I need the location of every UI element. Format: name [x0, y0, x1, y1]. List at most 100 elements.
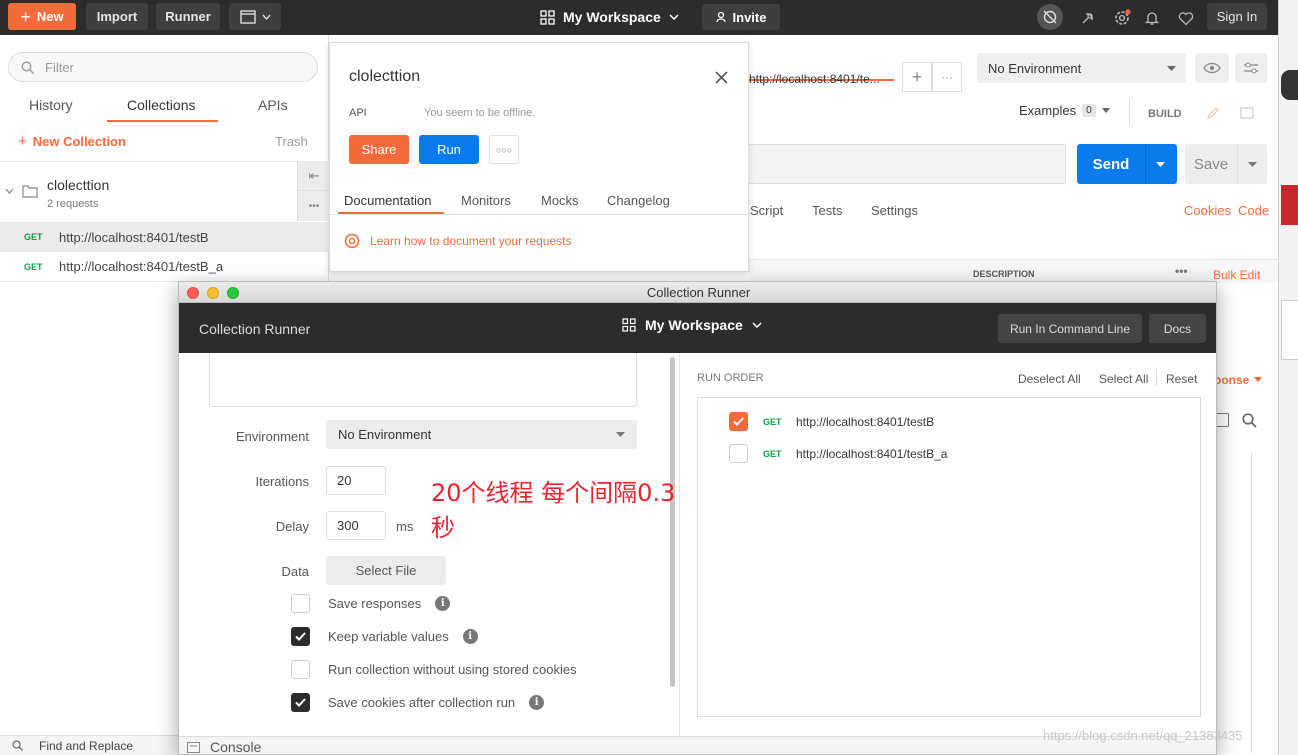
- checkbox[interactable]: [291, 594, 310, 613]
- checkbox[interactable]: [291, 660, 310, 679]
- params-header: DESCRIPTION ••• Bulk Edit: [749, 259, 1278, 283]
- watermark: https://blog.csdn.net/qq_21383435: [1043, 728, 1243, 743]
- find-replace-button[interactable]: Find and Replace: [39, 739, 133, 753]
- background-app-strip: [1278, 0, 1298, 755]
- send-button[interactable]: Send: [1077, 144, 1177, 184]
- add-tab-button[interactable]: +: [902, 62, 932, 92]
- tab-mocks[interactable]: Mocks: [541, 193, 579, 208]
- caret-down-icon: [1254, 377, 1262, 382]
- pencil-icon[interactable]: [1199, 101, 1227, 125]
- code-link[interactable]: Code: [1238, 203, 1269, 218]
- select-file-button[interactable]: Select File: [326, 556, 446, 585]
- bell-icon[interactable]: [1140, 6, 1164, 30]
- zoom-window-button[interactable]: [227, 287, 239, 299]
- new-button[interactable]: + New: [8, 3, 76, 30]
- document-icon[interactable]: [1233, 101, 1261, 125]
- option-save-cookies[interactable]: Save cookies after collection run i: [291, 693, 545, 712]
- console-icon: [187, 741, 200, 753]
- heart-icon[interactable]: [1174, 6, 1198, 30]
- chevron-down-icon: [752, 322, 762, 328]
- deselect-all-link[interactable]: Deselect All: [1018, 372, 1081, 386]
- sliders-icon[interactable]: [1235, 53, 1267, 83]
- import-button[interactable]: Import: [86, 3, 148, 30]
- share-button[interactable]: Share: [349, 135, 409, 164]
- eye-icon[interactable]: [1195, 53, 1229, 83]
- tab-history[interactable]: History: [29, 97, 73, 113]
- bulk-edit-link[interactable]: Bulk Edit: [1213, 268, 1260, 282]
- request-item-testb[interactable]: GET http://localhost:8401/testB: [0, 222, 329, 252]
- option-save-responses[interactable]: Save responses i: [291, 594, 451, 613]
- workspace-selector[interactable]: My Workspace: [622, 317, 762, 333]
- option-run-without-cookies[interactable]: Run collection without using stored cook…: [291, 660, 577, 679]
- minimize-window-button[interactable]: [207, 287, 219, 299]
- tab-options-icon[interactable]: ···: [932, 62, 962, 92]
- search-icon[interactable]: [1242, 413, 1257, 428]
- run-command-line-button[interactable]: Run In Command Line: [998, 314, 1142, 343]
- info-icon[interactable]: i: [462, 629, 478, 644]
- trash-link[interactable]: Trash: [275, 134, 308, 149]
- tab-changelog[interactable]: Changelog: [607, 193, 670, 208]
- learn-docs-link[interactable]: Learn how to document your requests: [344, 233, 571, 249]
- close-icon[interactable]: [715, 71, 728, 84]
- more-icon[interactable]: •••: [298, 191, 330, 221]
- iterations-input[interactable]: 20: [326, 466, 386, 495]
- description-textarea[interactable]: [209, 353, 637, 407]
- info-icon[interactable]: i: [529, 695, 545, 710]
- run-button[interactable]: Run: [419, 135, 479, 164]
- runner-button[interactable]: Runner: [156, 3, 220, 30]
- run-order-item-testb[interactable]: GET http://localhost:8401/testB: [729, 412, 934, 431]
- tab-documentation[interactable]: Documentation: [344, 193, 431, 208]
- avatar: [1281, 70, 1298, 100]
- more-icon[interactable]: •••: [1175, 264, 1188, 278]
- collection-item[interactable]: clolecttion 2 requests: [0, 161, 297, 221]
- tab-tests[interactable]: Tests: [812, 203, 842, 218]
- checkbox[interactable]: [729, 444, 748, 463]
- option-keep-variable-values[interactable]: Keep variable values i: [291, 627, 478, 646]
- tab-pre-request-script[interactable]: Script: [750, 203, 783, 218]
- copy-icon[interactable]: [1215, 413, 1229, 427]
- satellite-icon[interactable]: [1076, 6, 1100, 30]
- tab-monitors[interactable]: Monitors: [461, 193, 511, 208]
- delay-label: Delay: [275, 519, 309, 534]
- option-label: Keep variable values: [328, 629, 449, 644]
- collapse-arrow-icon[interactable]: ⇤: [298, 161, 330, 191]
- examples-dropdown[interactable]: Examples 0: [1019, 103, 1110, 118]
- environment-select[interactable]: No Environment: [326, 420, 637, 449]
- checkbox[interactable]: [291, 693, 310, 712]
- request-tab[interactable]: http://localhost:8401/te...: [749, 49, 894, 86]
- new-collection-button[interactable]: + New Collection: [18, 133, 126, 150]
- docs-button[interactable]: Docs: [1149, 314, 1206, 343]
- divider: [330, 214, 750, 215]
- settings-icon[interactable]: [1110, 6, 1134, 30]
- tab-apis[interactable]: APIs: [258, 97, 288, 113]
- response-dropdown[interactable]: ponse: [1214, 373, 1249, 387]
- sign-in-button[interactable]: Sign In: [1207, 3, 1267, 30]
- request-item-testb-a[interactable]: GET http://localhost:8401/testB_a: [0, 252, 329, 282]
- more-icon[interactable]: ○○○: [489, 135, 519, 164]
- reset-link[interactable]: Reset: [1166, 372, 1197, 386]
- search-input[interactable]: Filter: [8, 52, 318, 82]
- run-order-item-testb-a[interactable]: GET http://localhost:8401/testB_a: [729, 444, 947, 463]
- cookies-link[interactable]: Cookies: [1184, 203, 1231, 218]
- invite-button[interactable]: Invite: [702, 4, 780, 30]
- sync-icon[interactable]: [1037, 4, 1063, 30]
- console-button[interactable]: Console: [187, 739, 261, 754]
- new-window-button[interactable]: [229, 3, 281, 30]
- workspace-selector[interactable]: My Workspace: [540, 3, 679, 31]
- environment-select[interactable]: No Environment: [977, 53, 1186, 83]
- checkbox[interactable]: [291, 627, 310, 646]
- close-window-button[interactable]: [187, 287, 199, 299]
- tab-collections[interactable]: Collections: [127, 97, 195, 113]
- checkbox[interactable]: [729, 412, 748, 431]
- url-input[interactable]: [749, 144, 1066, 184]
- search-icon: [21, 61, 34, 74]
- save-button[interactable]: Save: [1185, 144, 1267, 184]
- delay-input[interactable]: 300: [326, 511, 386, 540]
- divider: [1156, 370, 1157, 386]
- workspace-name: My Workspace: [563, 9, 661, 25]
- app-logo-fragment: [1281, 185, 1298, 225]
- run-order-list: GET http://localhost:8401/testB GET http…: [697, 397, 1201, 717]
- tab-settings[interactable]: Settings: [871, 203, 918, 218]
- info-icon[interactable]: i: [435, 596, 451, 611]
- select-all-link[interactable]: Select All: [1099, 372, 1148, 386]
